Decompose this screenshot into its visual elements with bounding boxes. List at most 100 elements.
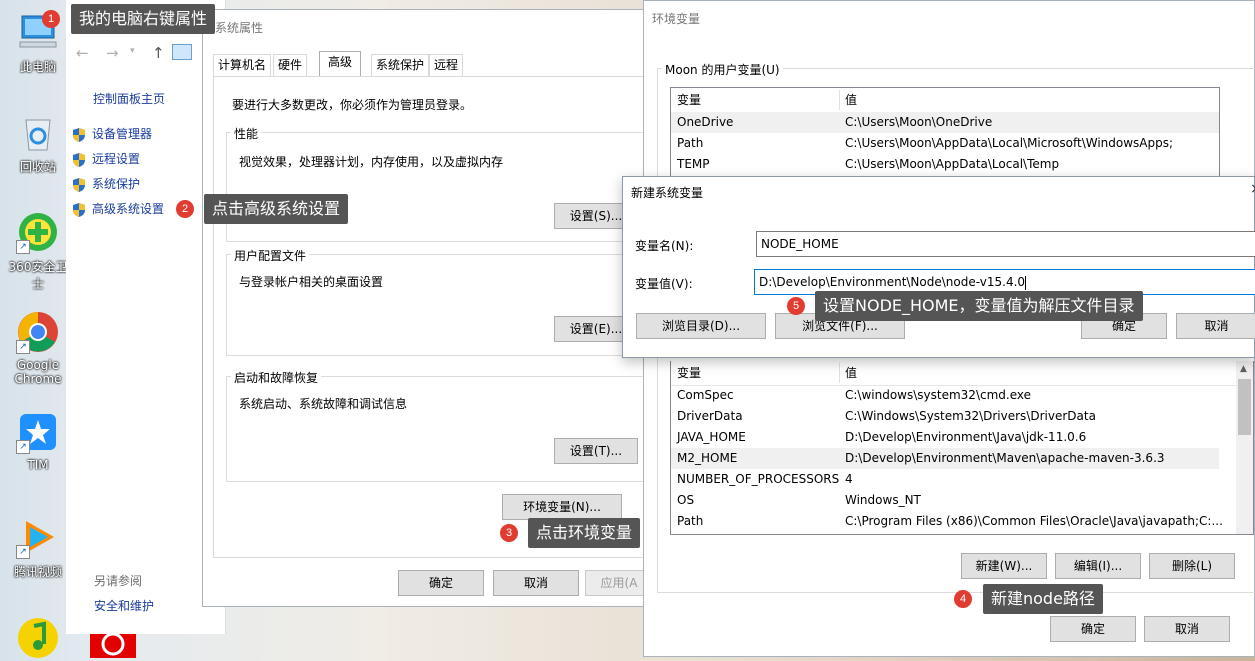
text-cursor — [1025, 275, 1027, 290]
vertical-scrollbar[interactable]: ▲ — [1236, 361, 1253, 534]
new-variable-button[interactable]: 新建(W)... — [961, 553, 1047, 579]
scroll-up-icon[interactable]: ▲ — [1240, 364, 1247, 374]
user-profiles-group: 用户配置文件 与登录帐户相关的桌面设置 设置(E)... — [226, 247, 653, 356]
step-badge-3: 3 — [500, 524, 518, 542]
group-description: 视觉效果，处理器计划，内存使用，以及虚拟内存 — [239, 155, 504, 169]
tab-advanced[interactable]: 高级 — [319, 51, 362, 76]
music-app-icon[interactable] — [16, 614, 60, 658]
environment-variables-button[interactable]: 环境变量(N)... — [502, 494, 622, 520]
input-text: D:\Develop\Environment\Node\node-v15.4.0 — [759, 275, 1026, 289]
shortcut-arrow-icon: ↗ — [16, 440, 30, 454]
tab-remote[interactable]: 远程 — [429, 54, 464, 76]
desktop-icon-label: TIM — [27, 458, 49, 472]
cancel-button[interactable]: 取消 — [1176, 313, 1255, 339]
desktop-icon-label: 此电脑 — [19, 60, 56, 74]
shortcut-arrow-icon: ↗ — [16, 340, 30, 354]
desktop-icon-label: 360安全卫士 — [8, 260, 68, 291]
link-label: 系统保护 — [92, 177, 141, 191]
cancel-button[interactable]: 取消 — [1144, 616, 1230, 642]
browse-directory-button[interactable]: 浏览目录(D)... — [636, 313, 766, 339]
step-note-2: 点击高级系统设置 — [204, 194, 349, 224]
step-note-3: 点击环境变量 — [528, 518, 641, 548]
dialog-title: 新建系统变量 — [631, 186, 704, 200]
step-note-1: 我的电脑右键属性 — [71, 4, 216, 34]
delete-variable-button[interactable]: 删除(L) — [1149, 553, 1235, 579]
list-header: 变量 值 — [671, 361, 1253, 386]
startup-settings-button[interactable]: 设置(T)... — [554, 438, 638, 464]
step-badge-1: 1 — [42, 10, 60, 28]
variable-value-label: 变量值(V): — [635, 277, 693, 291]
desktop-icon-this-pc[interactable]: 此电脑 — [6, 10, 70, 75]
tab-system-protection[interactable]: 系统保护 — [371, 54, 430, 76]
system-variables-list[interactable]: 变量 值 ComSpec C:\windows\system32\cmd.exe… — [670, 361, 1254, 535]
startup-recovery-group: 启动和故障恢复 系统启动、系统故障和调试信息 设置(T)... — [226, 369, 653, 482]
desktop-icon-tencent-video[interactable]: ↗ 腾讯视频 — [6, 515, 70, 580]
variable-name-input[interactable]: NODE_HOME — [756, 231, 1255, 257]
link-security-maintenance[interactable]: 安全和维护 — [94, 598, 154, 614]
see-also-heading: 另请参阅 — [94, 574, 143, 588]
up-arrow-icon[interactable]: ↑ — [152, 44, 165, 62]
list-item[interactable]: NUMBER_OF_PROCESSORS 4 — [671, 469, 1219, 490]
close-icon[interactable]: × — [1250, 181, 1255, 197]
edit-variable-button[interactable]: 编辑(I)... — [1055, 553, 1141, 579]
group-label: 启动和故障恢复 — [231, 369, 322, 386]
group-label: 用户配置文件 — [231, 247, 310, 264]
uac-shield-icon — [72, 152, 86, 167]
ok-button[interactable]: 确定 — [398, 570, 484, 596]
column-value[interactable]: 值 — [845, 361, 857, 385]
column-divider — [839, 363, 840, 383]
dropdown-chevron-icon[interactable]: ▾ — [130, 46, 135, 56]
tab-computer-name[interactable]: 计算机名 — [213, 54, 272, 76]
control-panel-home-link[interactable]: 控制面板主页 — [93, 91, 165, 107]
window-title: 系统属性 — [215, 21, 264, 35]
tencent-video-icon: ↗ — [16, 515, 60, 559]
uac-shield-icon — [72, 177, 86, 192]
step-note-4: 新建node路径 — [983, 584, 1103, 614]
list-item[interactable]: OneDrive C:\Users\Moon\OneDrive — [671, 112, 1219, 133]
recycle-bin-icon — [16, 110, 60, 154]
performance-group: 性能 视觉效果，处理器计划，内存使用，以及虚拟内存 设置(S)... — [226, 125, 653, 242]
shortcut-arrow-icon: ↗ — [16, 545, 30, 559]
link-device-manager[interactable]: 设备管理器 — [72, 126, 152, 142]
list-item[interactable]: OS Windows_NT — [671, 490, 1219, 511]
list-item[interactable]: JAVA_HOME D:\Develop\Environment\Java\jd… — [671, 427, 1219, 448]
step-badge-5: 5 — [787, 297, 805, 315]
back-arrow-icon[interactable]: ← — [76, 44, 89, 62]
new-system-variable-dialog: 新建系统变量 × 变量名(N): NODE_HOME 变量值(V): D:\De… — [622, 176, 1255, 358]
tab-hardware[interactable]: 硬件 — [273, 54, 308, 76]
link-label: 高级系统设置 — [92, 202, 165, 216]
link-advanced-system-settings[interactable]: 高级系统设置 — [72, 201, 164, 217]
user-variables-list[interactable]: 变量 值 OneDrive C:\Users\Moon\OneDrive Pat… — [670, 87, 1220, 177]
list-item[interactable]: M2_HOME D:\Develop\Environment\Maven\apa… — [671, 448, 1219, 469]
list-item[interactable]: ComSpec C:\windows\system32\cmd.exe — [671, 385, 1219, 406]
forward-arrow-icon[interactable]: → — [106, 44, 119, 62]
cancel-button[interactable]: 取消 — [493, 570, 579, 596]
desktop-icon-tim[interactable]: ↗ TIM — [6, 410, 70, 472]
tab-strip: 计算机名 硬件 高级 系统保护 远程 — [213, 51, 653, 76]
link-label: 远程设置 — [92, 152, 141, 166]
variable-name-label: 变量名(N): — [635, 239, 694, 253]
step-badge-2: 2 — [176, 200, 194, 218]
step-badge-4: 4 — [954, 590, 972, 608]
link-label: 设备管理器 — [92, 127, 153, 141]
column-variable[interactable]: 变量 — [677, 88, 701, 112]
list-item[interactable]: Path C:\Program Files (x86)\Common Files… — [671, 511, 1223, 532]
desktop-icon-chrome[interactable]: ↗ Google Chrome — [6, 310, 70, 386]
address-pc-icon — [172, 44, 192, 60]
desktop-icon-360[interactable]: ↗ 360安全卫士 — [6, 210, 70, 292]
column-value[interactable]: 值 — [845, 88, 857, 112]
link-system-protection[interactable]: 系统保护 — [72, 176, 140, 192]
list-item[interactable]: TEMP C:\Users\Moon\AppData\Local\Temp — [671, 154, 1219, 175]
ok-button[interactable]: 确定 — [1050, 616, 1136, 642]
list-item[interactable]: Path C:\Users\Moon\AppData\Local\Microso… — [671, 133, 1219, 154]
step-note-5: 设置NODE_HOME，变量值为解压文件目录 — [815, 291, 1143, 321]
chrome-icon: ↗ — [16, 310, 60, 354]
desktop-icon-recycle-bin[interactable]: 回收站 — [6, 110, 70, 175]
desktop-icon-label: 回收站 — [19, 160, 56, 174]
link-remote-settings[interactable]: 远程设置 — [72, 151, 140, 167]
scrollbar-thumb[interactable] — [1238, 379, 1251, 435]
list-item[interactable]: DriverData C:\Windows\System32\Drivers\D… — [671, 406, 1219, 427]
list-header: 变量 值 — [671, 88, 1219, 113]
column-variable[interactable]: 变量 — [677, 361, 701, 385]
360-security-icon: ↗ — [16, 210, 60, 254]
